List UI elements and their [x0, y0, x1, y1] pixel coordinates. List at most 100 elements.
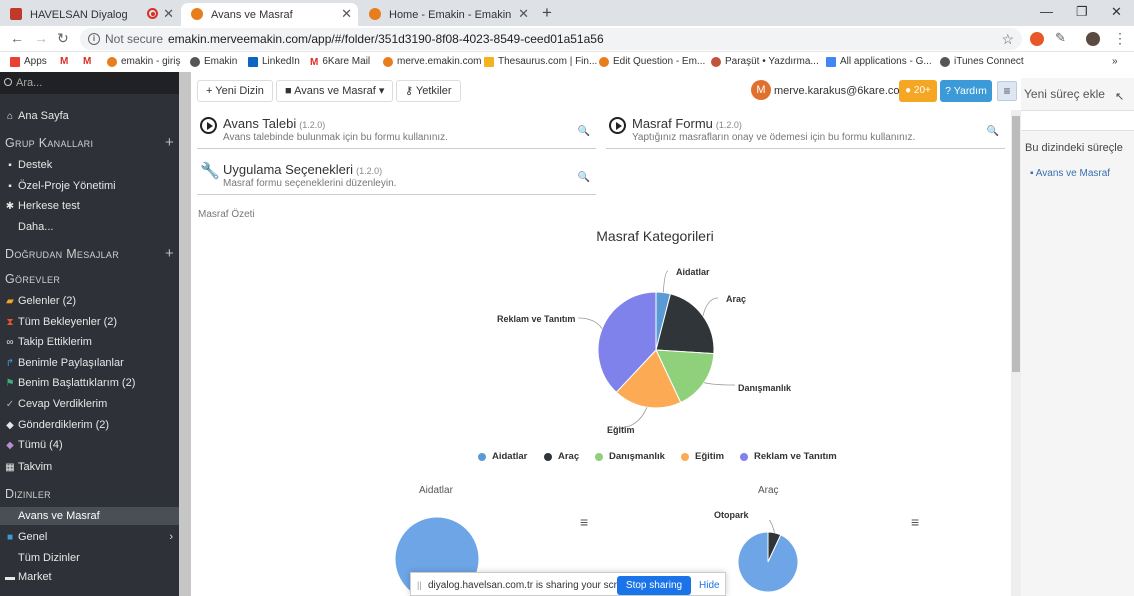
sidebar-item-destek[interactable]: ▪ Destek: [0, 156, 179, 175]
sidebar-scrollbar[interactable]: [179, 72, 191, 596]
chart-menu-icon[interactable]: ≡: [911, 514, 919, 530]
more-bookmarks-icon[interactable]: »: [1112, 56, 1118, 67]
sidebar-item-takvim[interactable]: ▦ Takvim: [0, 458, 179, 477]
bookmark-6kare-mail[interactable]: M 6Kare Mail: [310, 56, 370, 68]
bell-icon: ●: [905, 85, 912, 96]
close-tab-icon[interactable]: ✕: [341, 6, 352, 22]
bookmark-emakin-giris[interactable]: emakin - giriş: [107, 56, 180, 67]
notifications-button[interactable]: ● 20+: [899, 80, 937, 102]
sidebar-item-tum-bekleyenler[interactable]: ⧗ Tüm Bekleyenler (2): [0, 313, 179, 332]
bookmark-merve-emakin[interactable]: merve.emakin.com: [383, 56, 481, 67]
new-tab-icon[interactable]: +: [542, 3, 552, 23]
minimize-icon[interactable]: —: [1040, 4, 1053, 19]
info-icon[interactable]: i: [88, 33, 100, 45]
caret-down-icon: ▾: [378, 85, 385, 97]
url-text[interactable]: emakin.merveemakin.com/app/#/folder/351d…: [168, 28, 604, 50]
bookmark-emakin[interactable]: Emakin: [190, 56, 237, 67]
address-bar[interactable]: i Not secure emakin.merveemakin.com/app/…: [80, 28, 1022, 50]
hamburger-icon: ≡: [1003, 84, 1011, 98]
sidebar-item-home[interactable]: ⌂ Ana Sayfa: [0, 107, 179, 126]
sidebar-item-takip[interactable]: ∞ Takip Ettiklerim: [0, 333, 179, 352]
process-card-uygulama-secenekleri[interactable]: 🔧 Uygulama Seçenekleri (1.2.0) Masraf for…: [197, 159, 596, 195]
add-message-icon[interactable]: +: [165, 245, 174, 263]
gmail-icon[interactable]: M: [83, 56, 91, 67]
permissions-button[interactable]: ⚷ Yetkiler: [396, 80, 461, 102]
sidebar-item-cevap[interactable]: ✓ Cevap Verdiklerim: [0, 395, 179, 414]
sidebar-item-genel[interactable]: ■ Genel ›: [0, 528, 179, 547]
sidebar-search-input[interactable]: Ara...: [0, 72, 179, 94]
folder-icon: ■: [285, 85, 292, 97]
legend-item-aidatlar[interactable]: Aidatlar: [478, 451, 527, 462]
sidebar-item-gelenler[interactable]: ▰ Gelenler (2): [0, 292, 179, 311]
card-description: Avans talebinde bulunmak için bu formu k…: [223, 132, 448, 143]
menu-toggle-button[interactable]: ≡: [997, 81, 1017, 101]
add-channel-icon[interactable]: +: [165, 134, 174, 152]
scrollbar-thumb[interactable]: [1012, 116, 1020, 372]
sidebar-item-herkese-test[interactable]: ✱ Herkese test: [0, 197, 179, 216]
bookmark-thesaurus[interactable]: Thesaurus.com | Fin...: [484, 56, 597, 67]
bookmark-linkedin[interactable]: LinkedIn: [248, 56, 300, 67]
chevron-right-icon[interactable]: ›: [169, 528, 173, 546]
sidebar-item-tum-dizinler[interactable]: Tüm Dizinler: [0, 549, 179, 567]
stop-sharing-button[interactable]: Stop sharing: [617, 576, 691, 595]
profile-avatar[interactable]: [1086, 32, 1100, 46]
tab-avans-ve-masraf[interactable]: Avans ve Masraf ✕: [181, 3, 358, 26]
tab-home-emakin[interactable]: Home - Emakin - Emakin ✕: [359, 3, 535, 26]
search-icon[interactable]: 🔍: [578, 172, 590, 183]
legend-item-danismanlik[interactable]: Danışmanlık: [595, 451, 665, 462]
search-icon[interactable]: 🔍: [987, 126, 999, 137]
reload-icon[interactable]: ↻: [57, 30, 69, 47]
play-circle-icon: [609, 117, 626, 134]
eyedropper-icon[interactable]: ✎: [1055, 30, 1066, 46]
process-link-avans-ve-masraf[interactable]: ▪ Avans ve Masraf: [1030, 168, 1110, 179]
extension-icon[interactable]: [1030, 32, 1044, 46]
emakin-icon: [383, 56, 393, 67]
search-icon[interactable]: 🔍: [578, 126, 590, 137]
new-folder-button[interactable]: + Yeni Dizin: [197, 80, 273, 102]
legend-item-egitim[interactable]: Eğitim: [681, 451, 724, 462]
sidebar-item-market[interactable]: ▬ Market: [0, 568, 179, 587]
sidebar-item-baslattiklarim[interactable]: ⚑ Benim Başlattıklarım (2): [0, 374, 179, 393]
sidebar-item-ozel-proje[interactable]: ▪ Özel-Proje Yönetimi: [0, 177, 179, 196]
pie-slice-di-er[interactable]: [737, 531, 799, 593]
add-process-input[interactable]: [1021, 110, 1134, 131]
hide-button[interactable]: Hide: [699, 580, 720, 591]
sidebar-item-more[interactable]: Daha...: [0, 218, 179, 236]
folder-dropdown-button[interactable]: ■ Avans ve Masraf ▾: [276, 80, 394, 102]
bookmark-itunes-connect[interactable]: iTunes Connect: [940, 56, 1024, 67]
bookmark-all-applications[interactable]: All applications - G...: [826, 56, 932, 67]
help-button[interactable]: ? Yardım: [940, 80, 992, 102]
close-window-icon[interactable]: ✕: [1111, 4, 1122, 20]
bookmark-apps[interactable]: Apps: [10, 56, 47, 67]
drag-handle[interactable]: ||: [417, 580, 422, 590]
add-process-title: Yeni süreç ekle: [1024, 87, 1105, 101]
sidebar-item-avans-ve-masraf[interactable]: Avans ve Masraf: [0, 507, 179, 525]
legend-item-arac[interactable]: Araç: [544, 451, 579, 462]
user-email[interactable]: merve.karakus@6kare.com: [774, 85, 909, 97]
maximize-icon[interactable]: ❐: [1076, 4, 1088, 20]
gmail-icon[interactable]: M: [60, 56, 68, 67]
hourglass-icon: ⧗: [6, 317, 14, 328]
sidebar-item-paylasilanlar[interactable]: ↱ Benimle Paylaşılanlar: [0, 354, 179, 373]
back-icon[interactable]: ←: [10, 30, 24, 46]
browser-toolbar: ← → ↻ i Not secure emakin.merveemakin.co…: [0, 26, 1134, 52]
close-tab-icon[interactable]: ✕: [518, 6, 529, 22]
sidebar-item-gonderdiklerim[interactable]: ◆ Gönderdiklerim (2): [0, 416, 179, 435]
bookmark-star-icon[interactable]: ☆: [1001, 28, 1014, 50]
chrome-menu-icon[interactable]: ⋮: [1113, 30, 1127, 47]
card-description: Yaptığınız masrafların onay ve ödemesi i…: [632, 132, 916, 143]
forward-icon[interactable]: →: [34, 30, 48, 46]
bookmark-edit-question[interactable]: Edit Question - Em...: [599, 56, 705, 67]
tag-icon: ◆: [6, 420, 14, 431]
content-scrollbar[interactable]: [1011, 110, 1021, 596]
process-card-masraf-formu[interactable]: Masraf Formu (1.2.0) Yaptığınız masraflar…: [606, 113, 1005, 149]
bookmark-parasut[interactable]: Paraşüt • Yazdırma...: [711, 56, 819, 67]
chart-menu-icon[interactable]: ≡: [580, 514, 588, 530]
tab-havelsan[interactable]: HAVELSAN Diyalog ✕: [0, 3, 180, 26]
legend-item-reklam[interactable]: Reklam ve Tanıtım: [740, 451, 837, 462]
sidebar-item-tumu[interactable]: ◆ Tümü (4): [0, 436, 179, 455]
process-card-avans-talebi[interactable]: Avans Talebi (1.2.0) Avans talebinde bulu…: [197, 113, 596, 149]
close-tab-icon[interactable]: ✕: [163, 6, 174, 22]
folder-icon: ■: [6, 532, 14, 543]
user-avatar[interactable]: M: [751, 80, 771, 100]
